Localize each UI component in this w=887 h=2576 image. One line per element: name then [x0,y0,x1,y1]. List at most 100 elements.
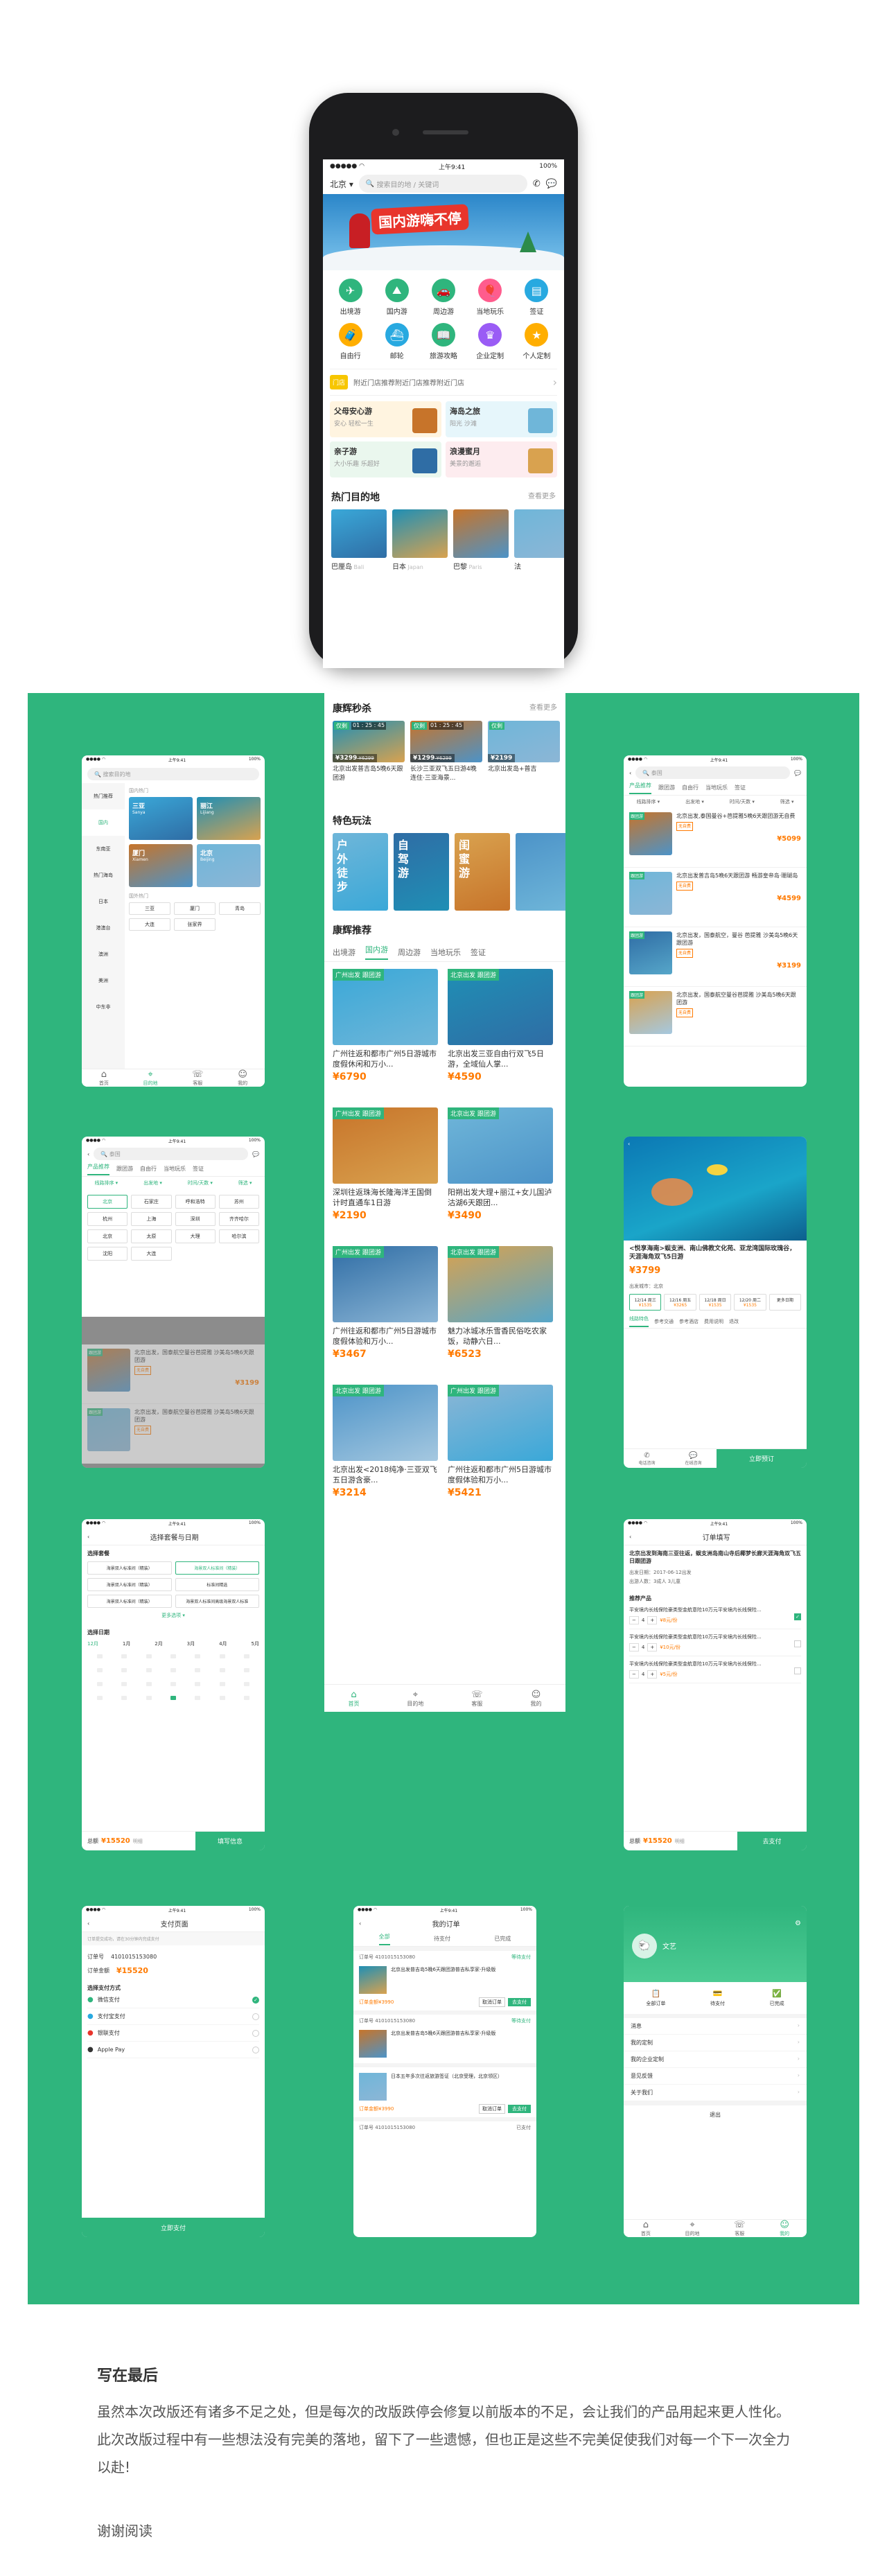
sidebar-item[interactable]: 港澳台 [82,915,125,941]
month-tab[interactable]: 4月 [219,1640,227,1647]
dest-search-input[interactable]: 🔍 搜索目的地 [87,768,259,780]
detail-link[interactable]: 明细 [675,1838,685,1845]
quantity-stepper[interactable]: −4 + ¥8元/份 [629,1616,790,1624]
city-chip[interactable]: 青岛 [219,902,261,915]
list-search-input[interactable]: 🔍 泰国 [635,766,791,779]
list-item[interactable]: 跟团游 北京出发，国泰航空曼谷芭提雅 沙美岛5晚6天跟团游 无自费 [82,1404,265,1464]
tab-location[interactable]: ⌖ 目的地 [143,1069,158,1087]
city-option[interactable]: 大理 [175,1229,216,1243]
calendar-day[interactable] [121,1654,128,1658]
city-chip[interactable]: 三亚 [129,902,170,915]
payment-method[interactable]: ● 微信支付 ✓ [87,1992,259,2008]
calendar-day[interactable] [195,1654,201,1658]
special-item[interactable]: 自驾游 [394,833,449,911]
list-tab[interactable]: 待支付 [434,1935,450,1943]
back-icon[interactable]: ‹ [628,1141,630,1147]
city-option[interactable]: 北京 [87,1229,128,1243]
category-guide[interactable]: 📖 旅游攻略 [420,323,466,360]
promo-card[interactable]: 浪漫蜜月 美景的邂逅 [446,441,557,477]
fill-info-button[interactable]: 填写信息 [195,1832,265,1850]
checkbox[interactable] [794,1640,801,1647]
list-tab[interactable]: 费用说明 [704,1318,723,1325]
month-tab[interactable]: 12月 [87,1640,98,1647]
menu-item[interactable]: 消息 › [624,2018,807,2035]
more-options-link[interactable]: 更多选项 ▾ [87,1612,259,1619]
product-card[interactable]: 北京出发 跟团游 阳朔出发大理+丽江+女儿国泸沽湖6天跟团... ¥3490 [448,1107,553,1221]
city-option[interactable]: 苏州 [218,1195,259,1209]
flash-more-link[interactable]: 查看更多 [529,701,557,715]
cancel-button[interactable]: 取消订单 [479,2104,505,2114]
order-card[interactable]: 订单号 4101015153080 等待支付 北京出发普吉岛5晚6天跟团游普吉私享家… [353,2010,536,2063]
list-tab[interactable]: 已完成 [494,1935,511,1943]
checkbox[interactable]: ✓ [794,1613,801,1620]
product-card[interactable]: 广州出发 跟团游 广州往返和都市广州5日游城市度假体验和万小... ¥3467 [333,1246,438,1360]
flash-item[interactable]: 仅剩 01 : 25 : 45 ¥1299 ¥6299 长沙三亚双飞五日游4晚连住·三… [410,721,482,803]
insurance-item[interactable]: 平安境内长线保险豪类型金航意险10万元平安境内长线保险... −4 + ¥8元/份 ✓ [629,1602,801,1629]
filter-item[interactable]: 出发地 ▾ [143,1180,162,1186]
sidebar-item[interactable]: 美洲 [82,967,125,994]
menu-item[interactable]: 关于我们 › [624,2085,807,2101]
menu-item[interactable]: 我的定制 › [624,2035,807,2051]
special-item[interactable]: 闺蜜游 [455,833,510,911]
tab-headset[interactable]: ☏ 客服 [734,2220,745,2237]
filter-item[interactable]: 时间/天数 ▾ [188,1180,213,1186]
search-input[interactable]: 🔍 搜索目的地 / 关键词 [358,175,527,193]
calendar-day[interactable] [170,1682,176,1686]
calendar-day[interactable] [170,1654,176,1658]
quick-1[interactable]: 💳 待支付 [710,1989,725,2007]
filter-item[interactable]: 出发地 ▾ [685,798,704,805]
category-suitcase[interactable]: 🧳 自由行 [327,323,374,360]
hot-more-link[interactable]: 查看更多 [528,490,556,504]
place-card[interactable]: 丽江 Lijiang [197,797,261,840]
back-icon[interactable]: ‹ [87,1151,89,1157]
pay-button[interactable]: 去支付 [508,2105,531,2113]
list-item[interactable]: 跟团游 北京出发，国泰航空曼谷芭提雅 沙美岛5晚6天跟团游 无自费 ¥3199 [82,1344,265,1404]
date-option[interactable]: 12/16 周五 ¥3265 [664,1294,696,1311]
list-tab[interactable]: 线路特色 [629,1315,649,1327]
call-button[interactable]: ✆ 电话咨询 [638,1452,655,1466]
place-card[interactable]: 北京 Beijing [197,844,261,887]
calendar-day[interactable] [219,1696,225,1700]
category-car[interactable]: 🚗 周边游 [420,279,466,316]
date-option[interactable]: 更多日期 [769,1294,802,1311]
calendar-day[interactable] [121,1682,128,1686]
minus-icon[interactable]: − [629,1643,639,1651]
message-icon[interactable]: 💬 [546,179,557,189]
payment-method[interactable]: ● Apple Pay [87,2042,259,2058]
recommend-tab[interactable]: 出境游 [333,947,355,958]
list-tab[interactable]: 跟团游 [116,1165,133,1173]
promo-card[interactable]: 亲子游 大小乐趣 乐超好 [330,441,441,477]
pay-now-button[interactable]: 立即支付 [82,2218,265,2237]
calendar-day[interactable] [96,1668,103,1672]
tab-headset[interactable]: ☏ 客服 [192,1069,203,1087]
hot-place[interactable]: 巴厘岛 Bali [331,509,387,571]
city-chip[interactable]: 张家界 [174,918,216,931]
city-option[interactable]: 杭州 [87,1212,128,1226]
tab-location[interactable]: ⌖ 目的地 [407,1690,423,1708]
package-option[interactable]: 海景双人标准间高级海景双人标准 [175,1595,259,1608]
product-card[interactable]: 广州出发 跟团游 广州往返和都市广州5日游城市度假休闲和万小... ¥6790 [333,969,438,1083]
hot-place[interactable]: 巴黎 Paris [453,509,509,571]
package-option[interactable]: 标准间精选 [175,1578,259,1591]
tab-location[interactable]: ⌖ 目的地 [685,2220,700,2237]
book-now-button[interactable]: 立即预订 [717,1449,807,1468]
category-crown[interactable]: ♛ 企业定制 [467,323,513,360]
list-tab[interactable]: 产品推荐 [629,782,651,794]
list-tab[interactable]: 产品推荐 [87,1163,109,1175]
radio[interactable] [252,2013,259,2020]
city-option[interactable]: 哈尔滨 [218,1229,259,1243]
calendar-day[interactable] [170,1668,176,1672]
checkbox[interactable] [794,1667,801,1674]
flash-item[interactable]: 仅剩 01 : 25 : 45 ¥3299 ¥6299 北京出发普吉岛5晚6天跟团游 [333,721,405,803]
list-tab[interactable]: 全部 [378,1933,390,1945]
category-ship[interactable]: ⛴ 邮轮 [374,323,420,360]
filter-item[interactable]: 线路排序 ▾ [636,798,660,805]
filter-item[interactable]: 时间/天数 ▾ [730,798,755,805]
tab-headset[interactable]: ☏ 客服 [471,1690,482,1708]
sidebar-item[interactable]: 日本 [82,888,125,915]
place-card[interactable]: 厦门 Xiamen [129,844,193,887]
quick-2[interactable]: ✅ 已完成 [770,1989,784,2007]
filter-item[interactable]: 线路排序 ▾ [94,1180,118,1186]
date-option[interactable]: 12/20 周二 ¥1535 [734,1294,766,1311]
city-option[interactable]: 深圳 [175,1212,216,1226]
